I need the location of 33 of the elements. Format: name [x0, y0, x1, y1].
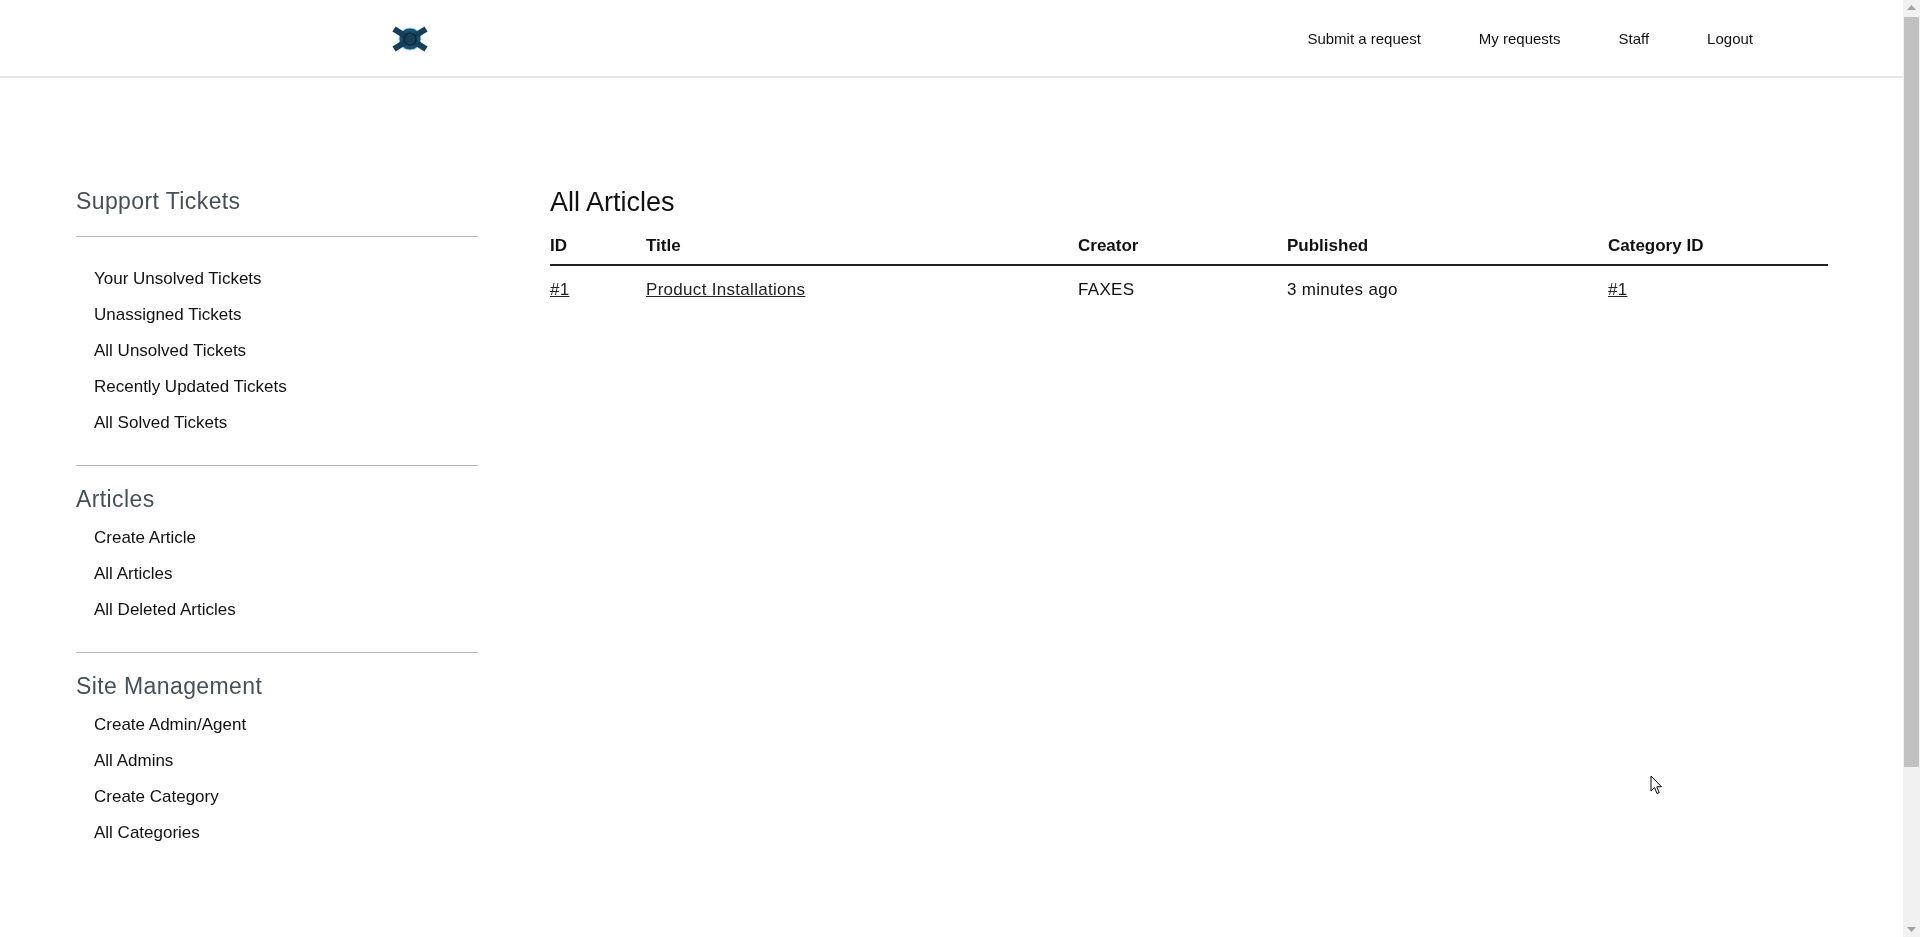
sidebar-link[interactable]: All Admins — [94, 751, 174, 771]
sidebar-link[interactable]: Unassigned Tickets — [94, 305, 242, 325]
column-header: Creator — [1078, 236, 1287, 265]
sidebar-link[interactable]: All Solved Tickets — [94, 413, 228, 433]
sidebar-heading: Site Management — [76, 672, 264, 701]
nav-link[interactable]: Submit a request — [1307, 29, 1421, 47]
sidebar-link[interactable]: Create Admin/Agent — [94, 715, 247, 735]
nav-link[interactable]: Logout — [1707, 29, 1753, 47]
scrollbar-thumb[interactable] — [1904, 17, 1919, 767]
sidebar-link[interactable]: Create Category — [94, 787, 219, 807]
cursor-icon — [1650, 775, 1663, 795]
column-header: Title — [646, 236, 1078, 265]
sidebar-heading: Articles — [76, 485, 156, 514]
nav-link[interactable]: My requests — [1478, 29, 1561, 47]
column-header: Published — [1287, 236, 1608, 265]
sidebar-heading: Support Tickets — [76, 187, 242, 216]
sidebar-link[interactable]: Your Unsolved Tickets — [94, 269, 262, 289]
column-header: Category ID — [1608, 236, 1828, 265]
column-header: ID — [550, 236, 646, 265]
sidebar-link[interactable]: All Articles — [94, 564, 173, 584]
table-link[interactable]: #1 — [550, 280, 570, 299]
sidebar-link[interactable]: Create Article — [94, 528, 197, 548]
nav-link[interactable]: Staff — [1618, 29, 1650, 47]
page-title: All Articles — [550, 186, 676, 218]
sidebar-link[interactable]: All Unsolved Tickets — [94, 341, 247, 361]
table-link[interactable]: Product Installations — [646, 280, 806, 299]
table-cell: FAXES — [1078, 280, 1135, 299]
scrollbar[interactable] — [1903, 0, 1920, 937]
sidebar-link[interactable]: All Categories — [94, 823, 200, 843]
sidebar-link[interactable]: Recently Updated Tickets — [94, 377, 287, 397]
table-cell: 3 minutes ago — [1287, 280, 1398, 299]
sidebar-link[interactable]: All Deleted Articles — [94, 600, 236, 620]
table-link[interactable]: #1 — [1608, 280, 1628, 299]
